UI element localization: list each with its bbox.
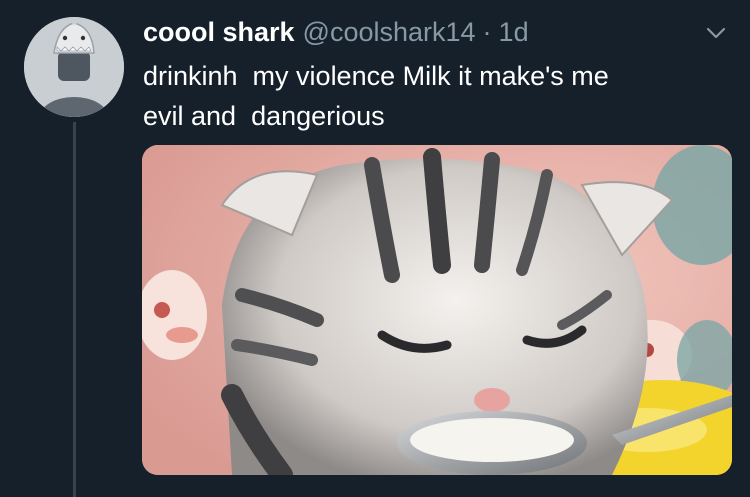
tweet-text: drinkinh my violence Milk it make's me e… — [143, 61, 609, 131]
timestamp[interactable]: 1d — [499, 12, 529, 52]
kitten-drinking-milk-image — [142, 145, 732, 475]
shark-hat-avatar-icon — [24, 17, 124, 117]
avatar[interactable] — [24, 17, 124, 117]
user-handle[interactable]: @coolshark14 — [303, 12, 476, 52]
tweet-menu-button[interactable] — [702, 22, 730, 44]
display-name[interactable]: coool shark — [143, 12, 295, 52]
tweet-media-image[interactable] — [142, 145, 732, 475]
tweet-card[interactable]: coool shark @coolshark14 · 1d drinkinh m… — [0, 0, 750, 497]
thread-line — [73, 122, 76, 497]
tweet-header: coool shark @coolshark14 · 1d — [143, 12, 529, 52]
separator-dot: · — [482, 17, 492, 47]
chevron-down-icon — [706, 27, 726, 39]
